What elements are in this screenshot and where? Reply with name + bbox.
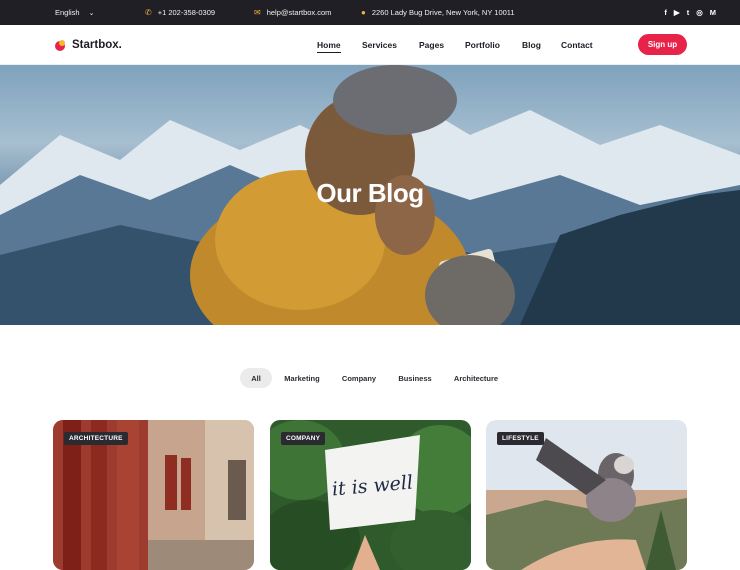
category-filters: All Marketing Company Business Architect… [0,368,740,388]
instagram-icon[interactable]: ◎ [696,8,703,17]
phone-text: +1 202-358-0309 [157,8,216,17]
hero-banner: Our Blog [0,65,740,325]
facebook-icon[interactable]: f [664,8,667,17]
youtube-icon[interactable]: ▶ [674,8,680,17]
mail-icon: ✉ [254,8,261,17]
filter-architecture[interactable]: Architecture [448,368,504,388]
twitter-icon[interactable]: t [687,8,690,17]
phone-contact[interactable]: ✆ +1 202-358-0309 [145,0,215,25]
nav-item-portfolio[interactable]: Portfolio [465,40,500,50]
page-title: Our Blog [316,178,424,208]
phone-icon: ✆ [145,8,152,17]
filter-company[interactable]: Company [337,368,381,388]
language-selector[interactable]: English ⌄ [55,0,94,25]
medium-icon[interactable]: M [710,8,716,17]
blog-card-architecture[interactable]: ARCHITECTURE [53,420,254,570]
nav-item-home[interactable]: Home [317,40,341,53]
nav-item-contact[interactable]: Contact [561,40,593,50]
nav-item-services[interactable]: Services [362,40,397,50]
language-label: English [55,8,80,17]
social-links: f ▶ t ◎ M [664,0,716,25]
email-text: help@startbox.com [266,8,332,17]
filter-marketing[interactable]: Marketing [279,368,325,388]
brand-logo[interactable]: Startbox. [55,25,122,65]
chevron-down-icon: ⌄ [88,9,95,17]
address-text: 2260 Lady Bug Drive, New York, NY 10011 [371,8,515,17]
location-pin-icon: ● [361,8,366,17]
brand-name: Startbox. [72,39,122,51]
nav-item-pages[interactable]: Pages [419,40,444,50]
logo-mark-icon [55,39,66,51]
filter-all[interactable]: All [240,368,272,388]
blog-card-company[interactable]: it is well COMPANY [270,420,471,570]
address-contact: ● 2260 Lady Bug Drive, New York, NY 1001… [361,0,515,25]
main-navbar: Startbox. Home Services Pages Portfolio … [0,25,740,65]
category-badge: LIFESTYLE [497,432,544,445]
category-badge: COMPANY [281,432,326,445]
signup-button[interactable]: Sign up [638,34,687,55]
email-contact[interactable]: ✉ help@startbox.com [254,0,331,25]
blog-card-lifestyle[interactable]: LIFESTYLE [486,420,687,570]
nav-item-blog[interactable]: Blog [522,40,541,50]
category-badge: ARCHITECTURE [64,432,128,445]
top-bar: English ⌄ ✆ +1 202-358-0309 ✉ help@start… [0,0,740,25]
filter-business[interactable]: Business [394,368,436,388]
